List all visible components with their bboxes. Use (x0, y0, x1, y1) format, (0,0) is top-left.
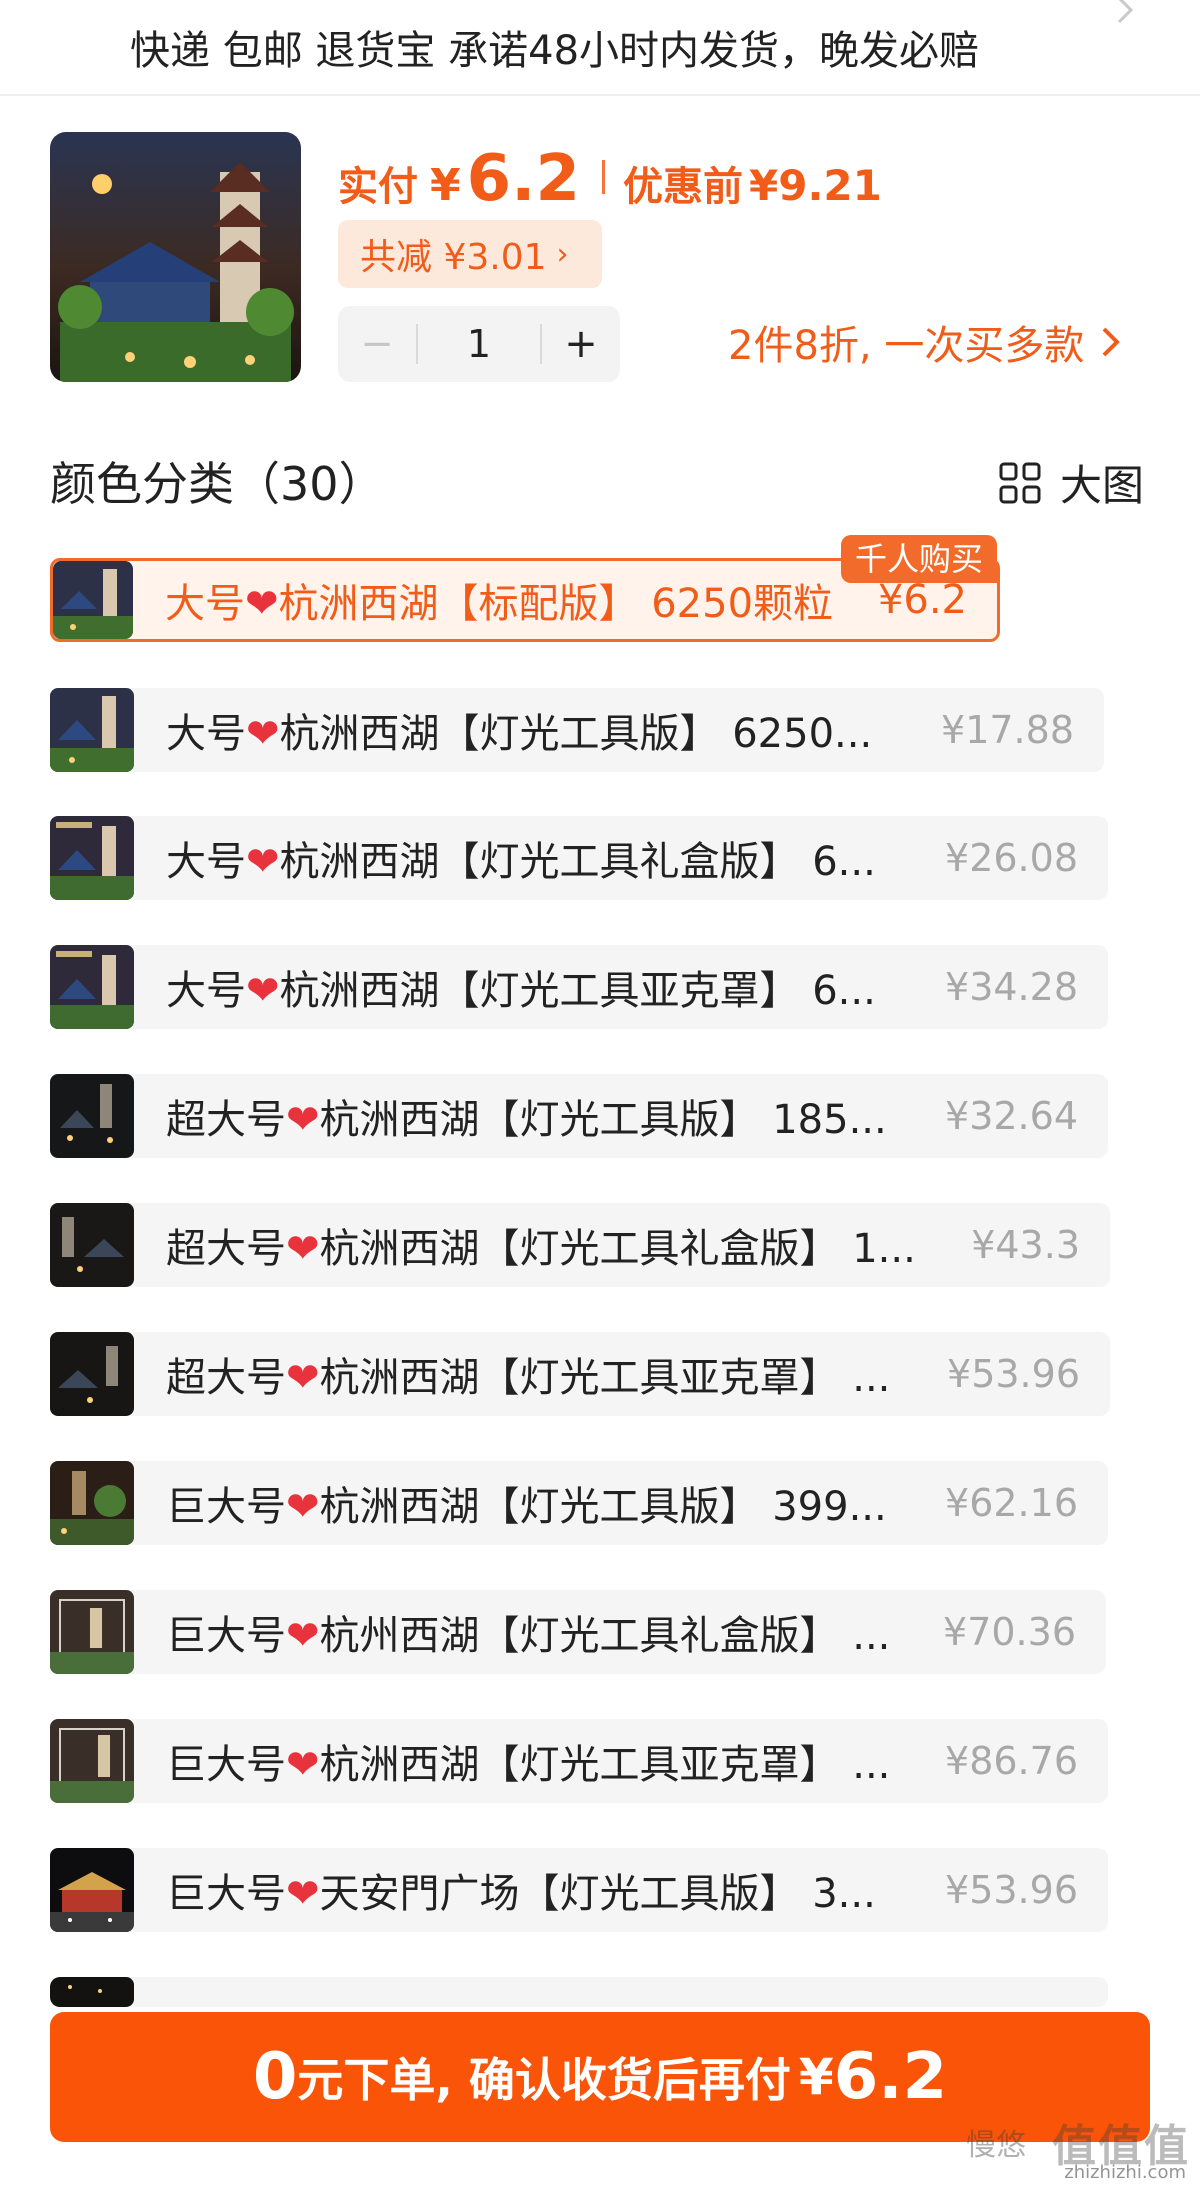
large-view-toggle[interactable]: 大图 (998, 452, 1144, 513)
sku-thumbnail (50, 945, 134, 1029)
sku-option-12-partial[interactable] (50, 1977, 1108, 2007)
sku-price: ¥53.96 (947, 1352, 1080, 1396)
sku-price: ¥62.16 (945, 1481, 1078, 1525)
multi-buy-promo-link[interactable]: 2件8折, 一次买多款 (728, 312, 1122, 372)
sku-thumbnail (50, 816, 134, 900)
heart-icon: ❤ (286, 1742, 320, 1788)
sku-thumbnail (50, 1074, 134, 1158)
chevron-right-icon: › (556, 236, 569, 272)
sku-thumbnail (50, 1461, 134, 1545)
sku-thumbnail (53, 561, 133, 639)
price-summary: 实付 ¥ 6.2 优惠前 ¥9.21 (338, 142, 882, 216)
cta-amount: 6.2 (833, 2040, 948, 2114)
sku-label: 巨大号❤杭州西湖【灯光工具礼盒版】 ... (166, 1613, 891, 1659)
product-thumbnail[interactable] (50, 132, 301, 382)
heart-icon: ❤ (286, 1613, 320, 1659)
heart-icon: ❤ (286, 1871, 320, 1917)
service-guarantees: 快递 包邮 退货宝 承诺48小时内发货，晚发必赔 (130, 28, 980, 74)
sku-price: ¥6.2 (877, 577, 967, 623)
sku-option-4[interactable]: 大号❤杭洲西湖【灯光工具亚克罩】 6... ¥34.28 (50, 945, 1108, 1029)
sku-label: 超大号❤杭洲西湖【灯光工具亚克罩】 ... (166, 1355, 891, 1401)
large-view-label: 大图 (1060, 461, 1145, 510)
sku-label: 大号❤杭洲西湖【标配版】 6250颗粒 (165, 581, 834, 627)
heart-icon: ❤ (286, 1226, 320, 1272)
sku-label: 超大号❤杭洲西湖【灯光工具礼盒版】 1... (166, 1226, 916, 1272)
discount-text: 共减 ¥3.01 (360, 237, 547, 278)
heart-icon: ❤ (245, 581, 279, 627)
sku-option-3[interactable]: 大号❤杭洲西湖【灯光工具礼盒版】 6... ¥26.08 (50, 816, 1108, 900)
sku-thumbnail (50, 1977, 134, 2007)
sku-option-11[interactable]: 巨大号❤天安門广场【灯光工具版】 3... ¥53.96 (50, 1848, 1108, 1932)
sku-option-5[interactable]: 超大号❤杭洲西湖【灯光工具版】 185... ¥32.64 (50, 1074, 1108, 1158)
watermark: 慢悠 值值值 zhizhizhi.com (966, 2121, 1190, 2183)
paid-label: 实付 (338, 164, 418, 210)
sku-price: ¥26.08 (945, 836, 1078, 880)
sku-option-1[interactable]: 大号❤杭洲西湖【标配版】 6250颗粒 ¥6.2 千人购买 (50, 535, 1000, 642)
sku-thumbnail (50, 1719, 134, 1803)
quantity-stepper: − 1 + (338, 306, 620, 382)
sku-option-6[interactable]: 超大号❤杭洲西湖【灯光工具礼盒版】 1... ¥43.3 (50, 1203, 1110, 1287)
sku-label: 大号❤杭洲西湖【灯光工具亚克罩】 6... (166, 968, 876, 1014)
sku-option-10[interactable]: 巨大号❤杭洲西湖【灯光工具亚克罩】 ... ¥86.76 (50, 1719, 1108, 1803)
sku-price: ¥34.28 (945, 965, 1078, 1009)
sku-option-2[interactable]: 大号❤杭洲西湖【灯光工具版】 6250... ¥17.88 (50, 688, 1104, 772)
sku-thumbnail (50, 1590, 134, 1674)
sku-price: ¥32.64 (945, 1094, 1078, 1138)
heart-icon: ❤ (286, 1355, 320, 1401)
decrease-quantity-button[interactable]: − (338, 321, 416, 367)
cta-currency: ¥ (798, 2048, 834, 2106)
popular-badge: 千人购买 (840, 535, 997, 583)
sku-label: 超大号❤杭洲西湖【灯光工具版】 185... (166, 1097, 887, 1143)
cta-zero: 0 (252, 2040, 298, 2114)
sku-label: 巨大号❤杭洲西湖【灯光工具亚克罩】 ... (166, 1742, 891, 1788)
cta-text: 元下单, 确认收货后再付 (297, 2053, 791, 2107)
heart-icon: ❤ (286, 1484, 320, 1530)
sku-thumbnail (50, 688, 134, 772)
sku-label: 巨大号❤杭洲西湖【灯光工具版】 399... (166, 1484, 887, 1530)
sku-price: ¥17.88 (941, 708, 1074, 752)
heart-icon: ❤ (246, 839, 280, 885)
chevron-right-icon[interactable] (1105, 0, 1145, 34)
heart-icon: ❤ (246, 711, 280, 757)
original-price-label: 优惠前 (623, 164, 743, 210)
original-price: ¥9.21 (749, 161, 882, 210)
quantity-value[interactable]: 1 (418, 322, 540, 366)
promo-text: 2件8折, 一次买多款 (728, 323, 1085, 369)
sku-option-8[interactable]: 巨大号❤杭洲西湖【灯光工具版】 399... ¥62.16 (50, 1461, 1108, 1545)
currency-symbol: ¥ (430, 160, 461, 211)
sku-thumbnail (50, 1203, 134, 1287)
chevron-right-icon (1102, 327, 1121, 357)
sku-label: 大号❤杭洲西湖【灯光工具版】 6250... (166, 711, 873, 757)
sku-selector-page: 快递 包邮 退货宝 承诺48小时内发货，晚发必赔 实付 ¥ 6.2 优惠前 ¥9… (0, 0, 1200, 2193)
sku-price: ¥86.76 (945, 1739, 1078, 1783)
service-bar: 快递 包邮 退货宝 承诺48小时内发货，晚发必赔 (0, 0, 1200, 96)
paid-price: 6.2 (466, 142, 580, 216)
discount-detail-chip[interactable]: 共减 ¥3.01 › (338, 220, 602, 288)
sku-option-7[interactable]: 超大号❤杭洲西湖【灯光工具亚克罩】 ... ¥53.96 (50, 1332, 1110, 1416)
sku-label: 大号❤杭洲西湖【灯光工具礼盒版】 6... (166, 839, 876, 885)
sku-thumbnail (50, 1332, 134, 1416)
price-divider (602, 160, 605, 194)
grid-icon (999, 462, 1041, 503)
sku-option-9[interactable]: 巨大号❤杭州西湖【灯光工具礼盒版】 ... ¥70.36 (50, 1590, 1106, 1674)
sku-label: 巨大号❤天安門广场【灯光工具版】 3... (166, 1871, 876, 1917)
sku-price: ¥43.3 (971, 1223, 1080, 1267)
section-title: 颜色分类（30） (50, 457, 385, 511)
increase-quantity-button[interactable]: + (542, 321, 620, 367)
sku-price: ¥53.96 (945, 1868, 1078, 1912)
heart-icon: ❤ (286, 1097, 320, 1143)
heart-icon: ❤ (246, 968, 280, 1014)
sku-thumbnail (50, 1848, 134, 1932)
sku-price: ¥70.36 (943, 1610, 1076, 1654)
